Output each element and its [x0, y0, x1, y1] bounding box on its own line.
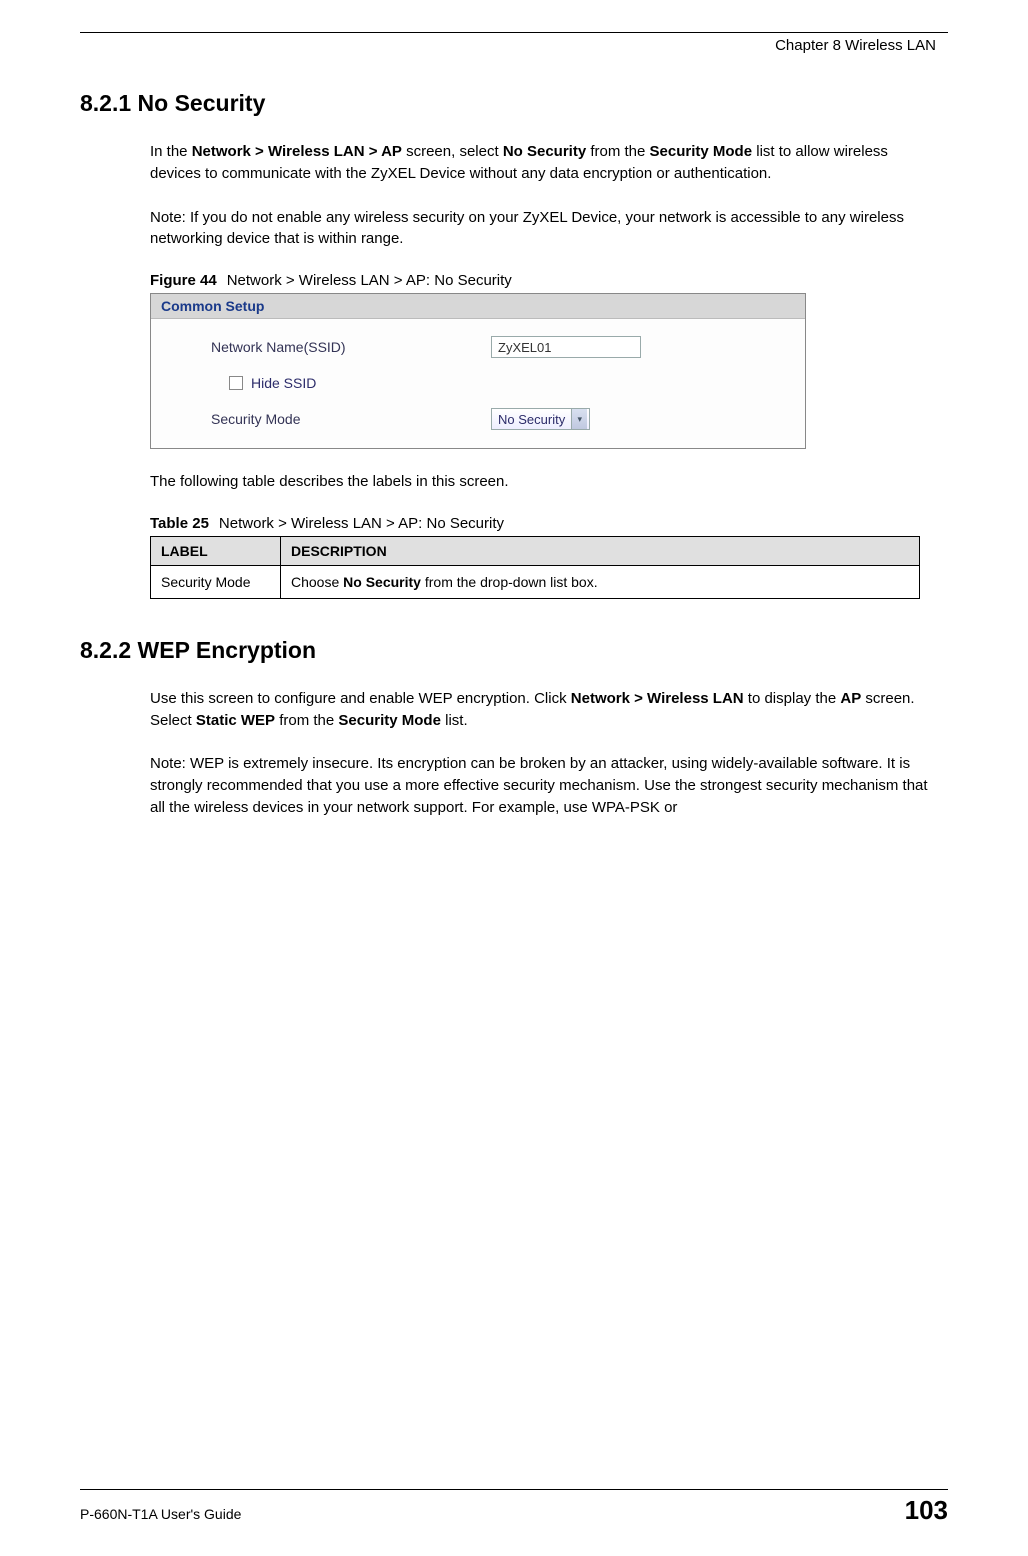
- text-run: from the: [275, 712, 338, 729]
- section-heading-822: 8.2.2 WEP Encryption: [80, 637, 948, 664]
- hide-ssid-label: Hide SSID: [251, 375, 316, 391]
- text-bold: AP: [840, 690, 861, 707]
- para-821: In the Network > Wireless LAN > AP scree…: [150, 141, 928, 185]
- text-bold: Network > Wireless LAN > AP: [192, 143, 402, 160]
- td-label: Security Mode: [151, 565, 281, 598]
- section-heading-821: 8.2.1 No Security: [80, 90, 948, 117]
- table-caption-25: Table 25 Network > Wireless LAN > AP: No …: [150, 515, 928, 532]
- table-lead: Table 25: [150, 515, 209, 532]
- figure-lead: Figure 44: [150, 272, 217, 289]
- chapter-header: Chapter 8 Wireless LAN: [80, 37, 948, 54]
- table-title: Network > Wireless LAN > AP: No Security: [219, 515, 504, 532]
- table-25: LABEL DESCRIPTION Security Mode Choose N…: [150, 536, 920, 599]
- text-run: list.: [441, 712, 468, 729]
- table-header-row: LABEL DESCRIPTION: [151, 536, 920, 565]
- footer-row: P-660N-T1A User's Guide 103: [80, 1495, 948, 1526]
- note-821: Note: If you do not enable any wireless …: [150, 207, 928, 251]
- common-setup-header: Common Setup: [151, 294, 805, 319]
- note-822: Note: WEP is extremely insecure. Its enc…: [150, 753, 928, 818]
- text-run: Choose: [291, 574, 343, 590]
- page-footer: P-660N-T1A User's Guide 103: [80, 1489, 948, 1526]
- security-mode-value: No Security: [498, 412, 565, 427]
- ssid-label: Network Name(SSID): [211, 339, 491, 355]
- text-bold: Security Mode: [650, 143, 753, 160]
- td-description: Choose No Security from the drop-down li…: [281, 565, 920, 598]
- ssid-input[interactable]: [491, 336, 641, 358]
- text-bold: No Security: [503, 143, 586, 160]
- hide-ssid-checkbox[interactable]: [229, 376, 243, 390]
- text-bold: Security Mode: [338, 712, 441, 729]
- para-822: Use this screen to configure and enable …: [150, 688, 928, 732]
- page-number: 103: [905, 1495, 948, 1526]
- security-mode-row: Security Mode No Security ▾: [211, 405, 787, 433]
- figure-caption-44: Figure 44 Network > Wireless LAN > AP: No…: [150, 272, 928, 289]
- text-run: screen, select: [402, 143, 503, 160]
- footer-rule: [80, 1489, 948, 1490]
- text-run: to display the: [744, 690, 841, 707]
- text-bold: No Security: [343, 574, 421, 590]
- text-bold: Static WEP: [196, 712, 275, 729]
- text-run: from the: [586, 143, 649, 160]
- text-run: from the drop-down list box.: [421, 574, 598, 590]
- footer-guide: P-660N-T1A User's Guide: [80, 1506, 241, 1522]
- text-bold: Network > Wireless LAN: [571, 690, 744, 707]
- th-label: LABEL: [151, 536, 281, 565]
- post-figure-text: The following table describes the labels…: [150, 471, 928, 493]
- text-run: Use this screen to configure and enable …: [150, 690, 571, 707]
- th-description: DESCRIPTION: [281, 536, 920, 565]
- ssid-row: Network Name(SSID): [211, 333, 787, 361]
- figure-44-screenshot: Common Setup Network Name(SSID) Hide SSI…: [150, 293, 806, 449]
- chevron-down-icon[interactable]: ▾: [571, 409, 587, 429]
- figure-title: Network > Wireless LAN > AP: No Security: [227, 272, 512, 289]
- table-row: Security Mode Choose No Security from th…: [151, 565, 920, 598]
- hide-ssid-row: Hide SSID: [229, 369, 787, 397]
- common-setup-body: Network Name(SSID) Hide SSID Security Mo…: [151, 319, 805, 449]
- text-run: In the: [150, 143, 192, 160]
- top-rule: [80, 32, 948, 33]
- security-mode-select[interactable]: No Security ▾: [491, 408, 590, 430]
- security-mode-label: Security Mode: [211, 411, 491, 427]
